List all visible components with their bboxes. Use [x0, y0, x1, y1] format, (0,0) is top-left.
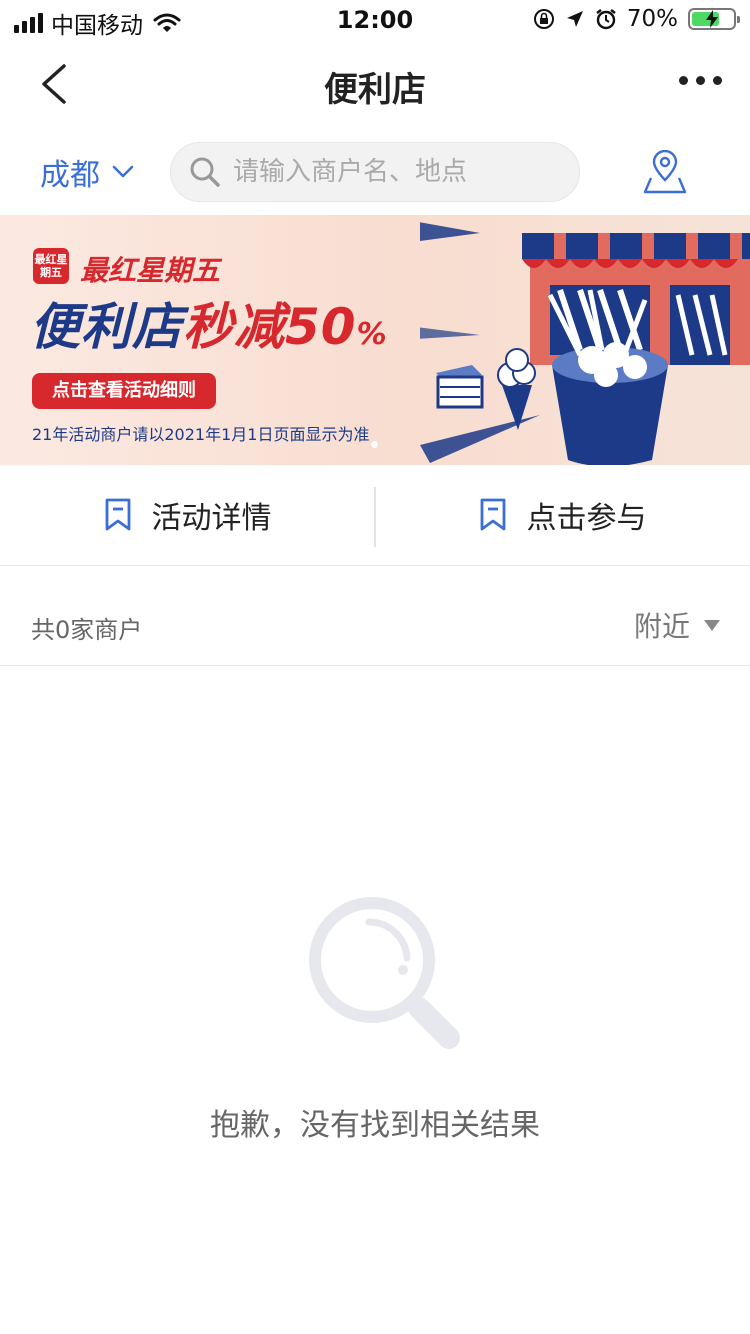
store-illustration	[420, 222, 750, 465]
battery-percent: 70%	[626, 6, 678, 32]
carousel-indicator	[371, 441, 378, 448]
promo-banner[interactable]: 最红星期五 最红星期五 便利店秒减50% 点击查看活动细则 21年活动商户请以2…	[0, 215, 750, 465]
empty-message: 抱歉，没有找到相关结果	[210, 1108, 540, 1143]
activity-details-button[interactable]: 活动详情	[0, 465, 375, 565]
map-pin-icon[interactable]	[642, 150, 688, 196]
magnifier-icon	[309, 897, 460, 1049]
action-divider	[374, 487, 376, 547]
bookmark-icon	[480, 498, 505, 531]
brand-logo: 最红星期五	[33, 248, 69, 284]
participate-button[interactable]: 点击参与	[375, 465, 750, 565]
alarm-icon	[596, 9, 616, 30]
merchant-count: 共0家商户	[31, 616, 143, 644]
location-arrow-icon	[566, 11, 583, 27]
sort-label: 附近	[633, 610, 690, 643]
more-dots-icon[interactable]	[679, 76, 722, 85]
search-box[interactable]	[170, 142, 580, 202]
status-bar: 中国移动 12:00 70%	[0, 0, 750, 40]
chevron-down-icon	[112, 165, 134, 178]
banner-headline: 便利店秒减50%	[30, 298, 388, 356]
merchant-summary-row: 共0家商户 附近	[0, 585, 750, 666]
page-title: 便利店	[324, 70, 426, 110]
participate-label: 点击参与	[526, 501, 647, 536]
bookmark-icon	[105, 498, 130, 531]
sort-dropdown[interactable]: 附近	[634, 605, 720, 645]
activity-details-label: 活动详情	[151, 501, 272, 536]
banner-note: 21年活动商户请以2021年1月1日页面显示为准	[32, 425, 370, 444]
banner-subtitle: 最红星期五	[80, 254, 221, 287]
city-selector[interactable]: 成都	[40, 150, 134, 194]
city-label: 成都	[40, 158, 100, 193]
dropdown-triangle-icon	[704, 619, 720, 631]
action-row: 活动详情 点击参与	[0, 465, 750, 566]
nav-bar: 便利店	[0, 40, 750, 128]
search-icon	[190, 157, 220, 187]
rules-button[interactable]: 点击查看活动细则	[32, 373, 216, 409]
battery-charging-icon	[688, 8, 740, 30]
search-input[interactable]	[231, 156, 555, 188]
rotation-lock-icon	[533, 9, 554, 29]
